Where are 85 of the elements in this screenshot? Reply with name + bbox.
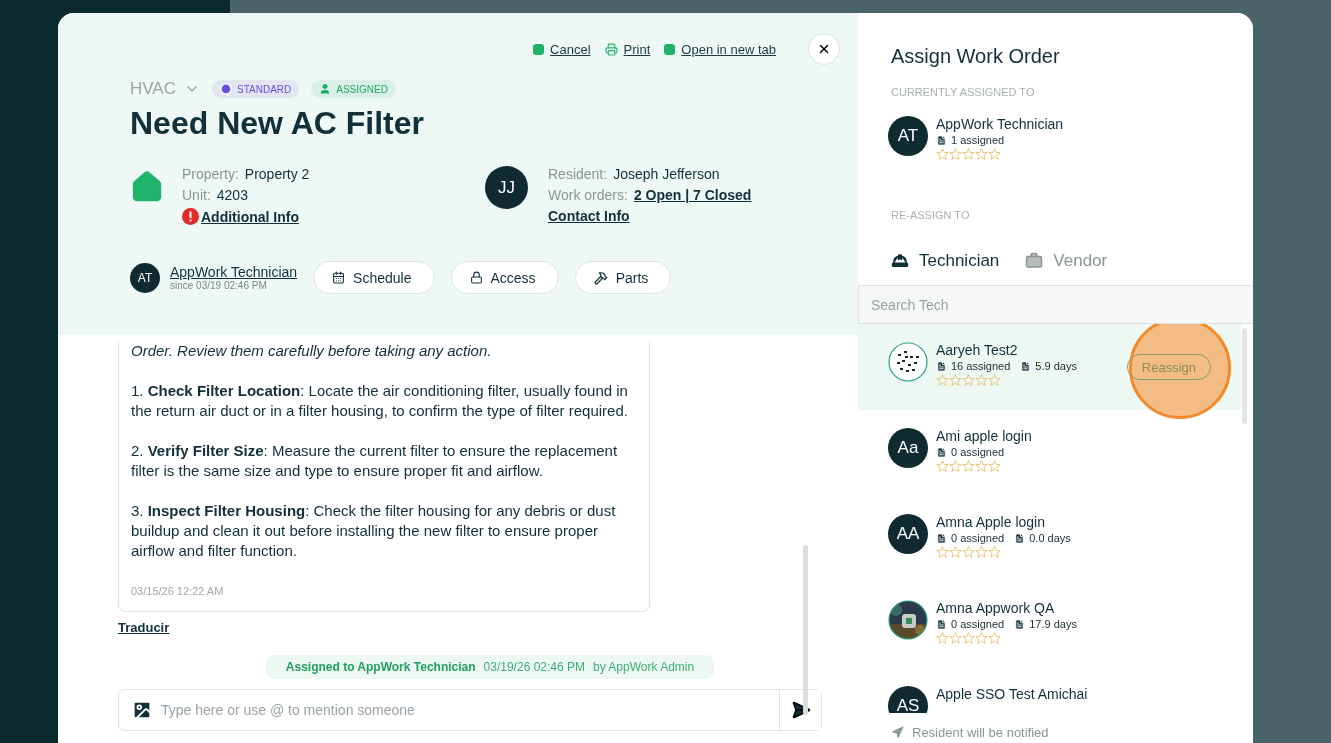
send-icon	[891, 726, 904, 739]
assigned-count: 16 assigned	[936, 360, 1011, 372]
avatar: AT	[130, 262, 160, 293]
document-icon	[936, 618, 947, 630]
document-icon	[1014, 532, 1026, 544]
cancel-icon	[533, 43, 545, 55]
document-icon	[1020, 360, 1032, 372]
technician-name: Ami apple login	[936, 428, 1032, 444]
technician-name: Aaryeh Test2	[936, 342, 1019, 358]
action-button[interactable]: Schedule	[313, 261, 435, 294]
alert-icon	[182, 208, 199, 225]
search-field[interactable]: Search Tech	[858, 285, 1253, 324]
assigned-count: 0 assigned	[936, 446, 1005, 458]
image-icon	[131, 699, 153, 721]
technician-name: AppWork Technician	[936, 116, 1064, 132]
action-button[interactable]: Parts	[574, 261, 672, 294]
avatar: AT	[888, 116, 928, 156]
toolbar-link[interactable]: Cancel	[533, 41, 591, 57]
work-orders-link[interactable]: 2 Open | 7 Closed	[633, 187, 752, 203]
average-days: 17.9 days	[1014, 618, 1077, 630]
scrollbar[interactable]	[1242, 328, 1247, 424]
field-value: Property 2	[244, 166, 310, 182]
send-button[interactable]	[779, 690, 821, 730]
section-label: RE-ASSIGN TO	[891, 209, 971, 221]
message-text: Order. Review them carefully before taking any action.	[131, 341, 493, 361]
assignee-link[interactable]: AppWork Technician	[170, 264, 298, 280]
hammer-icon	[593, 270, 608, 285]
external-link-icon	[664, 43, 676, 55]
document-icon	[936, 532, 947, 544]
close-button[interactable]	[808, 33, 840, 65]
assigned-count: 1 assigned	[936, 134, 1005, 146]
briefcase-icon	[1025, 252, 1044, 270]
technician-name: Amna Apple login	[936, 514, 1046, 530]
action-button[interactable]: Access	[450, 261, 559, 294]
message-time: 03/15/26 12:22 AM	[131, 584, 225, 599]
translate-link[interactable]: Traducir	[118, 620, 170, 635]
comment-box[interactable]: Type here or use @ to mention someone	[118, 689, 822, 731]
activity-author: by AppWork Admin	[593, 660, 695, 674]
status-badge: ASSIGNED	[311, 80, 396, 98]
notice-text: Resident will be notified	[912, 725, 1049, 740]
field-label: Property:	[182, 166, 239, 182]
close-icon	[817, 42, 831, 56]
field-value: Joseph Jefferson	[613, 166, 720, 182]
house-icon	[130, 170, 164, 204]
field-label: Work orders:	[548, 187, 628, 203]
toolbar-link[interactable]: Print	[604, 41, 651, 57]
assigned-count: 0 assigned	[936, 618, 1005, 630]
document-icon	[936, 134, 947, 146]
message-step: 2. Verify Filter Size: Measure the current filter to ensure the replacement filter is the same size and type to ensure proper fit and airflow.	[131, 441, 637, 481]
avatar	[888, 342, 928, 382]
assign-type-tab[interactable]: Technician	[891, 251, 1000, 271]
printer-icon	[604, 42, 618, 56]
assigned-since: since 03/19 02:46 PM	[170, 280, 268, 291]
scrollbar[interactable]	[803, 545, 808, 715]
hard-hat-icon	[891, 252, 909, 270]
status-badge: STANDARD	[212, 80, 300, 98]
panel-title: Assign Work Order	[891, 45, 1061, 68]
avatar: AS	[888, 686, 928, 713]
document-icon	[936, 360, 947, 372]
message-step: 3. Inspect Filter Housing: Check the filter housing for any debris or dust buildup and clean it out before installing the new filter to ensure proper airflow and filter function.	[131, 501, 637, 561]
section-label: CURRENTLY ASSIGNED TO	[891, 86, 1036, 98]
field-value: 4203	[216, 187, 248, 203]
technician-name: Apple SSO Test Amichai	[936, 686, 1088, 702]
field-label: Unit:	[182, 187, 211, 203]
comment-field[interactable]: Type here or use @ to mention someone	[153, 690, 779, 730]
field-label: Resident:	[548, 166, 608, 182]
lock-icon	[469, 271, 483, 284]
assigned-count: 0 assigned	[936, 532, 1005, 544]
contact-info-link[interactable]: Contact Info	[548, 208, 630, 224]
avatar: AA	[888, 514, 928, 554]
avatar: JJ	[485, 166, 528, 209]
toolbar-link[interactable]: Open in new tab	[664, 41, 776, 57]
average-days: 5.9 days	[1020, 360, 1077, 372]
activity-text: Assigned to AppWork Technician	[285, 660, 476, 674]
document-icon	[936, 446, 947, 458]
activity-time: 03/19/26 02:46 PM	[483, 660, 585, 674]
work-order-title: Need New AC Filter	[130, 105, 425, 142]
document-icon	[1014, 618, 1026, 630]
average-days: 0.0 days	[1014, 532, 1071, 544]
calendar-icon	[332, 271, 346, 284]
additional-info-link[interactable]: Additional Info	[201, 208, 299, 225]
person-icon	[319, 83, 332, 95]
technician-name: Amna Appwork QA	[936, 600, 1056, 616]
message-step: 1. Check Filter Location: Locate the air conditioning filter, usually found in the return air duct or in a filter housing, to confirm the type of filter required.	[131, 381, 637, 421]
avatar: Aa	[888, 428, 928, 468]
